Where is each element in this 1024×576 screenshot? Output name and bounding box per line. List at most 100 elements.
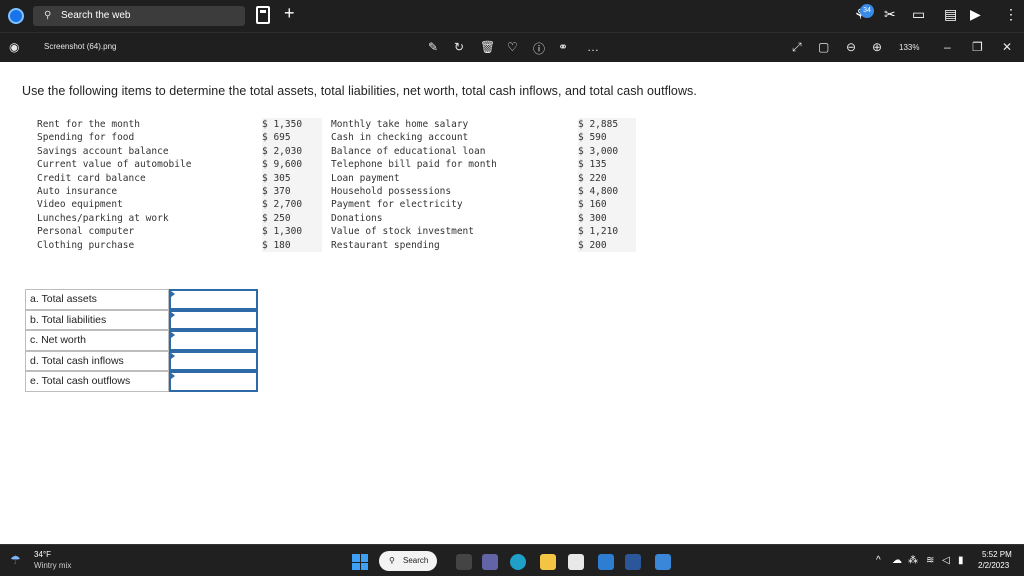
image-canvas: Use the following items to determine the… [0,62,1024,544]
total-cash-inflows-input[interactable] [169,350,258,372]
mail-icon[interactable] [598,554,614,570]
answer-label: e. Total cash outflows [25,371,169,392]
info-icon[interactable]: ⓘ [533,40,545,57]
item-label: Cash in checking account [331,132,469,144]
calculator-icon[interactable] [256,6,270,24]
right-labels-column: Monthly take home salary Cash in checkin… [331,118,497,252]
item-label: Clothing purchase [37,239,135,251]
chevron-up-icon[interactable]: ^ [876,555,881,566]
weather-temperature[interactable]: 34°F [34,550,51,559]
close-icon[interactable]: ✕ [1002,40,1012,54]
item-amount: $ 2,030 [262,145,303,157]
minimize-icon[interactable]: – [944,40,951,54]
answer-label: d. Total cash inflows [25,350,169,372]
item-amount: $ 180 [262,239,291,251]
wifi-icon[interactable]: ≋ [926,555,934,566]
notes-icon[interactable]: ▤ [944,6,957,23]
item-amount: $ 590 [578,132,607,144]
battery-icon[interactable]: ▮ [958,555,964,566]
web-search-placeholder: Search the web [61,10,131,21]
item-label: Spending for food [37,132,135,144]
photos-icon[interactable] [655,554,671,570]
new-tab-button[interactable]: + [284,3,295,24]
item-label: Payment for electricity [331,199,463,211]
volume-icon[interactable]: ◁ [942,555,950,566]
item-label: Telephone bill paid for month [331,159,497,171]
system-tray-badge-icon[interactable]: ⁂ [908,555,918,566]
item-amount: $ 305 [262,172,291,184]
edge-browser-icon[interactable] [510,554,526,570]
more-options-icon[interactable]: ⋮ [1004,6,1018,23]
word-icon[interactable] [625,554,641,570]
item-amount: $ 1,210 [578,226,619,238]
item-amount: $ 200 [578,239,607,251]
expand-icon[interactable]: ⤢ [792,40,802,55]
notification-badge: 34 [860,4,874,18]
file-explorer-icon[interactable] [540,554,556,570]
clock-time[interactable]: 5:52 PM [982,550,1012,559]
edit-icon[interactable]: ✎ [428,40,438,54]
favorite-icon[interactable]: ♡ [507,40,518,54]
item-label: Donations [331,212,383,224]
item-amount: $ 250 [262,212,291,224]
store-icon[interactable] [568,554,584,570]
right-amounts-column: $ 2,885 $ 590 $ 3,000 $ 135 $ 220 $ 4,80… [578,118,636,252]
browser-top-bar: ⚲ Search the web + ⚘ 34 ✂ ▭ ▤ ▶ ⋮ [0,0,1024,32]
item-amount: $ 9,600 [262,159,303,171]
system-tray-app-icon[interactable]: ☁ [892,555,902,566]
item-label: Personal computer [37,226,135,238]
weather-icon[interactable]: ☂ [10,553,21,567]
left-amounts-column: $ 1,350 $ 695 $ 2,030 $ 9,600 $ 305 $ 37… [262,118,322,252]
taskbar: ☂ 34°F Wintry mix ⚲ Search ^ ☁ ⁂ ≋ ◁ ▮ 5… [0,544,1024,576]
item-amount: $ 2,885 [578,119,619,130]
restore-icon[interactable]: ❐ [972,40,983,54]
zoom-out-icon[interactable]: ⊖ [846,40,856,54]
net-worth-input[interactable] [169,330,258,351]
item-label: Savings account balance [37,145,169,157]
photo-viewer-toolbar: ◉ Screenshot (64).png ✎ ↻ 🗑 ♡ ⓘ ⚭ … ⤢ ▢ … [0,32,1024,62]
item-label: Auto insurance [37,185,118,197]
fit-screen-icon[interactable]: ▢ [818,40,829,54]
zoom-in-icon[interactable]: ⊕ [872,40,882,54]
total-cash-outflows-input[interactable] [169,371,258,392]
item-amount: $ 160 [578,199,607,211]
total-liabilities-input[interactable] [169,309,258,331]
item-amount: $ 4,800 [578,185,619,197]
taskbar-search[interactable]: ⚲ Search [379,551,437,571]
weather-description[interactable]: Wintry mix [34,561,71,570]
browser-logo-icon[interactable] [8,8,24,24]
item-amount: $ 2,700 [262,199,303,211]
answer-label: c. Net worth [25,330,169,351]
clock-date[interactable]: 2/2/2023 [978,561,1009,570]
web-search-box[interactable]: ⚲ Search the web [33,6,245,26]
screen-capture-icon[interactable]: ▭ [912,6,925,23]
start-menu-icon[interactable] [352,554,368,570]
file-title: Screenshot (64).png [44,42,117,51]
item-label: Loan payment [331,172,400,184]
play-icon[interactable]: ▶ [970,6,981,23]
rotate-icon[interactable]: ↻ [454,40,464,54]
item-amount: $ 3,000 [578,145,619,157]
total-assets-input[interactable] [169,289,258,310]
task-view-icon[interactable] [456,554,472,570]
scissors-icon[interactable]: ✂ [884,6,896,23]
delete-icon[interactable]: 🗑 [480,40,495,54]
search-icon: ⚲ [44,10,52,21]
taskbar-search-label: Search [403,556,429,565]
question-text: Use the following items to determine the… [22,84,697,98]
zoom-level: 133% [899,43,920,52]
item-label: Value of stock investment [331,226,474,238]
item-amount: $ 1,300 [262,226,303,238]
item-label: Monthly take home salary [331,119,469,130]
item-amount: $ 135 [578,159,607,171]
item-amount: $ 370 [262,185,291,197]
item-label: Video equipment [37,199,123,211]
item-label: Restaurant spending [331,239,440,251]
share-icon[interactable]: ⚭ [558,40,568,54]
more-icon[interactable]: … [587,40,599,54]
item-amount: $ 1,350 [262,119,303,130]
answer-label: a. Total assets [25,289,169,310]
item-label: Household possessions [331,185,452,197]
left-labels-column: Rent for the month Spending for food Sav… [37,118,191,252]
teams-chat-icon[interactable] [482,554,498,570]
